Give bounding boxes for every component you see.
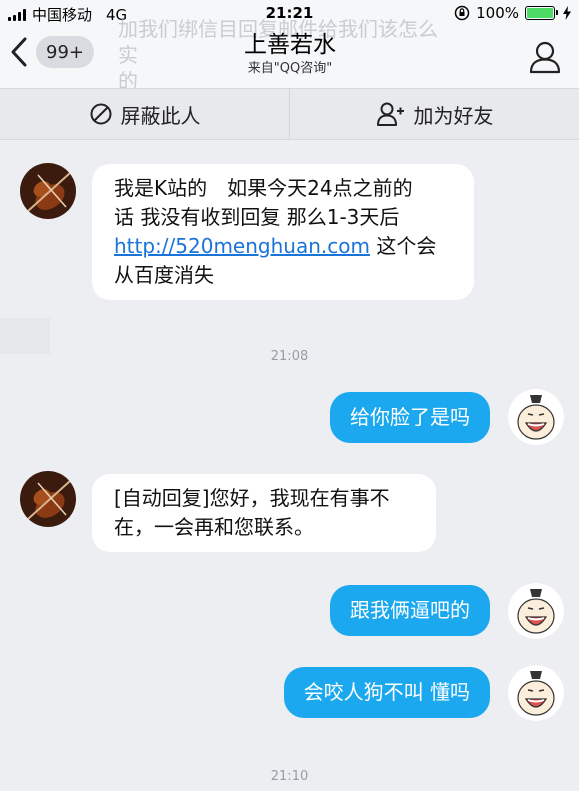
message-bubble-incoming: [自动回复]您好，我现在有事不 在，一会再和您联系。 xyxy=(92,474,436,552)
add-friend-label: 加为好友 xyxy=(413,103,494,128)
battery-percent: 100% xyxy=(476,4,519,22)
message-timestamp: 21:10 xyxy=(270,769,309,784)
charging-bolt-icon xyxy=(563,6,571,20)
battery-icon xyxy=(525,6,558,20)
message-bubble-incoming: 我是K站的 如果今天24点之前的 话 我没有收到回复 那么1-3天后 http:… xyxy=(92,164,474,300)
add-friend-icon xyxy=(376,102,404,126)
profile-icon[interactable] xyxy=(529,40,561,74)
message-text: 在，一会再和您联系。 xyxy=(114,515,314,539)
my-avatar[interactable] xyxy=(508,583,564,639)
message-text: [自动回复]您好，我现在有事不 xyxy=(114,486,390,510)
back-button[interactable]: 99+ xyxy=(10,36,94,68)
my-avatar[interactable] xyxy=(508,389,564,445)
message-bubble-outgoing: 会咬人狗不叫 懂吗 xyxy=(283,667,490,718)
chevron-left-icon xyxy=(11,37,27,67)
message-bubble-outgoing: 给你脸了是吗 xyxy=(330,392,490,443)
message-timestamp: 21:08 xyxy=(270,349,309,364)
page-title: 上善若水 xyxy=(244,32,336,58)
violin-avatar-icon xyxy=(20,471,76,527)
block-user-label: 屏蔽此人 xyxy=(120,103,201,128)
contact-avatar[interactable] xyxy=(20,471,76,527)
violin-avatar-icon xyxy=(20,163,76,219)
nav-bar: 加我们绑信目回复邮件给我们该怎么实 的 99+ 上善若水 来自"QQ咨询" xyxy=(0,17,579,93)
block-user-button[interactable]: 屏蔽此人 xyxy=(0,89,289,139)
status-right: 100% xyxy=(454,4,571,22)
message-text: 话 我没有收到回复 那么1-3天后 xyxy=(114,205,400,229)
contact-avatar[interactable] xyxy=(20,163,76,219)
message-text: 我是K站的 如果今天24点之前的 xyxy=(114,176,413,200)
add-friend-button[interactable]: 加为好友 xyxy=(290,89,579,139)
cartoon-face-icon xyxy=(508,665,564,721)
message-text: 从百度消失 xyxy=(114,263,214,287)
cartoon-face-icon xyxy=(508,583,564,639)
message-text: 这个会 xyxy=(369,234,437,258)
title-block: 上善若水 来自"QQ咨询" xyxy=(140,30,440,78)
block-icon xyxy=(90,103,111,125)
unread-badge: 99+ xyxy=(36,36,94,68)
cartoon-face-icon xyxy=(508,389,564,445)
message-link[interactable]: http://520menghuan.com xyxy=(114,234,370,258)
page-subtitle: 来自"QQ咨询" xyxy=(247,61,333,76)
my-avatar[interactable] xyxy=(508,665,564,721)
orientation-lock-icon xyxy=(454,5,470,21)
action-bar: 屏蔽此人 加为好友 xyxy=(0,88,579,140)
message-bubble-outgoing: 跟我俩逼吧的 xyxy=(330,585,490,636)
